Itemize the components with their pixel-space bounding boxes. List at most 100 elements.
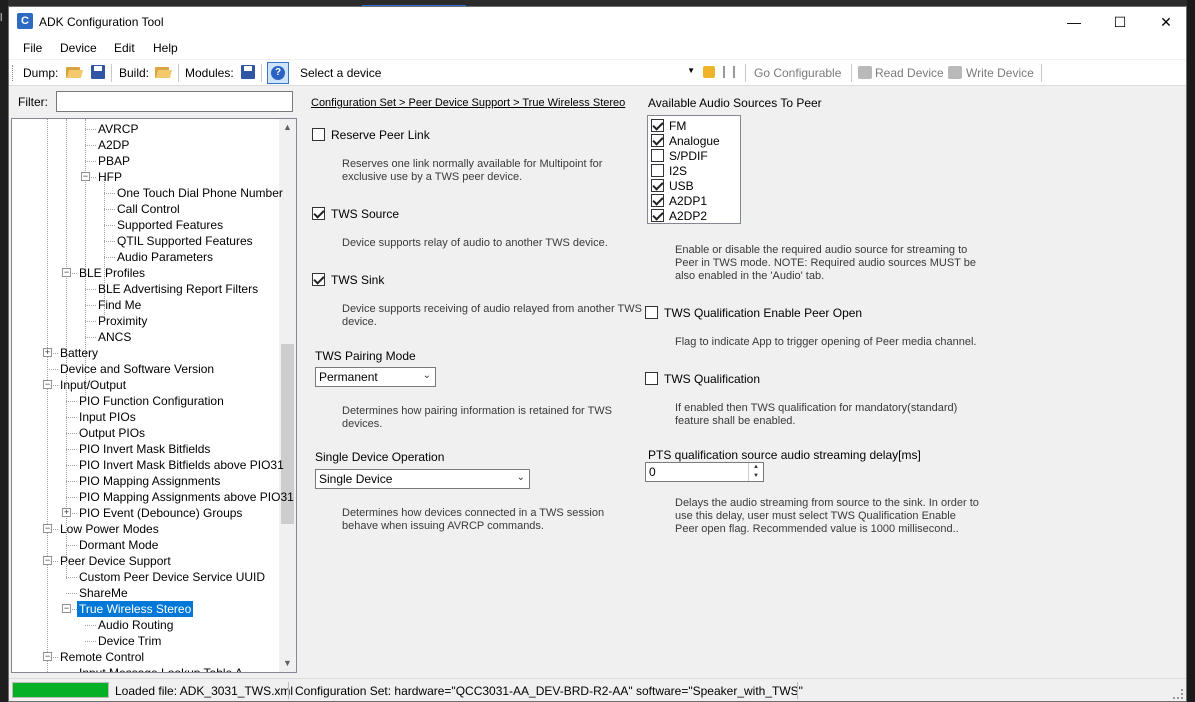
- tree-item[interactable]: Remote Control: [58, 649, 146, 665]
- tree-item[interactable]: Proximity: [96, 313, 149, 329]
- spin-up-icon[interactable]: ▲: [749, 463, 763, 472]
- tree-item[interactable]: PIO Invert Mask Bitfields: [77, 441, 212, 457]
- tree-item[interactable]: True Wireless Stereo: [77, 601, 194, 617]
- close-button[interactable]: ✕: [1143, 7, 1186, 37]
- tree-item[interactable]: Custom Peer Device Service UUID: [77, 569, 267, 585]
- read-device-button[interactable]: Read Device: [875, 66, 944, 80]
- tws-pairing-mode-select[interactable]: Permanent ⌄: [315, 367, 436, 387]
- config-tree[interactable]: ▲ ▼ AVRCP A2DP PBAP HFP − One Touch Dial Phon…: [11, 118, 297, 673]
- write-device-button[interactable]: Write Device: [966, 66, 1034, 80]
- audio-source-checkbox[interactable]: [651, 149, 664, 162]
- collapse-minus-icon[interactable]: −: [62, 604, 71, 613]
- tree-item[interactable]: Output PIOs: [77, 425, 147, 441]
- collapse-minus-icon[interactable]: −: [81, 172, 90, 181]
- tree-item[interactable]: ANCS: [96, 329, 133, 345]
- tree-item[interactable]: AVRCP: [96, 121, 140, 137]
- help-button[interactable]: ?: [267, 62, 289, 84]
- tree-item[interactable]: PIO Mapping Assignments: [77, 473, 222, 489]
- tree-item[interactable]: Input PIOs: [77, 409, 138, 425]
- go-configurable-button[interactable]: Go Configurable: [754, 66, 841, 80]
- menu-device[interactable]: Device: [60, 41, 97, 55]
- tree-item[interactable]: PBAP: [96, 153, 132, 169]
- tree-item[interactable]: HFP: [96, 169, 124, 185]
- filter-input[interactable]: [56, 91, 293, 112]
- audio-source-checkbox[interactable]: [651, 119, 664, 132]
- audio-source-checkbox[interactable]: [651, 209, 664, 222]
- expand-plus-icon[interactable]: +: [62, 508, 71, 517]
- tree-scrollbar[interactable]: ▲ ▼: [279, 119, 296, 672]
- toolbar-grip[interactable]: [12, 65, 14, 81]
- refresh-icon[interactable]: [703, 66, 715, 78]
- tree-item[interactable]: QTIL Supported Features: [115, 233, 255, 249]
- tree-item[interactable]: Input/Output: [58, 377, 128, 393]
- progress-fill: [13, 683, 108, 697]
- breadcrumb: Configuration Set > Peer Device Support …: [311, 97, 626, 109]
- tree-item[interactable]: BLE Profiles: [77, 265, 147, 281]
- tree-item[interactable]: A2DP: [96, 137, 131, 153]
- collapse-minus-icon[interactable]: −: [43, 556, 52, 565]
- collapse-minus-icon[interactable]: −: [43, 652, 52, 661]
- tree-item[interactable]: Input Message Lookup Table A: [77, 665, 245, 672]
- tree-item[interactable]: ShareMe: [77, 585, 130, 601]
- description-line: exclusive use by a TWS peer device.: [342, 171, 523, 183]
- title-bar[interactable]: C ADK Configuration Tool — ☐ ✕: [9, 7, 1186, 37]
- scroll-down-icon[interactable]: ▼: [279, 655, 296, 672]
- resize-grip-icon[interactable]: [1173, 689, 1183, 699]
- tree-item[interactable]: PIO Function Configuration: [77, 393, 226, 409]
- tree-item[interactable]: PIO Invert Mask Bitfields above PIO31: [77, 457, 286, 473]
- tree-connector: [104, 225, 115, 226]
- device-select[interactable]: Select a device ▼: [297, 62, 697, 84]
- spin-down-icon[interactable]: ▼: [749, 472, 763, 481]
- audio-source-checkbox[interactable]: [651, 194, 664, 207]
- audio-sources-list[interactable]: FM Analogue S/PDIF I2S USB A2DP1 A2DP2: [647, 115, 741, 224]
- audio-source-label: FM: [669, 119, 687, 133]
- audio-source-checkbox[interactable]: [651, 134, 664, 147]
- tree-item[interactable]: BLE Advertising Report Filters: [96, 281, 260, 297]
- spin-buttons[interactable]: ▲ ▼: [748, 463, 763, 481]
- audio-source-checkbox[interactable]: [651, 164, 664, 177]
- tws-sink-checkbox[interactable]: [312, 273, 325, 286]
- tree-item[interactable]: Supported Features: [115, 217, 225, 233]
- build-open-folder-icon[interactable]: [155, 65, 173, 79]
- tws-pairing-mode-label: TWS Pairing Mode: [315, 349, 416, 363]
- tree-item[interactable]: PIO Event (Debounce) Groups: [77, 505, 244, 521]
- tree-item[interactable]: Call Control: [115, 201, 182, 217]
- tree-item[interactable]: Battery: [58, 345, 100, 361]
- collapse-minus-icon[interactable]: −: [43, 524, 52, 533]
- single-device-operation-select[interactable]: Single Device ⌄: [315, 469, 530, 489]
- expand-plus-icon[interactable]: +: [43, 348, 52, 357]
- modules-save-icon[interactable]: [241, 65, 255, 79]
- tws-qual-enable-peer-open-checkbox[interactable]: [645, 306, 658, 319]
- menu-edit[interactable]: Edit: [114, 41, 135, 55]
- tree-item[interactable]: One Touch Dial Phone Number: [115, 185, 285, 201]
- tree-connector: [104, 241, 115, 242]
- pts-delay-input[interactable]: 0 ▲ ▼: [645, 462, 764, 482]
- reserve-peer-link-checkbox[interactable]: [312, 128, 325, 141]
- toolbar-separator: [1041, 64, 1042, 82]
- maximize-button[interactable]: ☐: [1097, 7, 1143, 37]
- tree-item[interactable]: Peer Device Support: [58, 553, 173, 569]
- tree-item[interactable]: Audio Parameters: [115, 249, 215, 265]
- dump-save-icon[interactable]: [91, 65, 105, 79]
- tree-item[interactable]: Dormant Mode: [77, 537, 160, 553]
- scroll-up-icon[interactable]: ▲: [279, 119, 296, 136]
- collapse-minus-icon[interactable]: −: [43, 380, 52, 389]
- minimize-button[interactable]: —: [1051, 7, 1097, 37]
- dump-open-folder-icon[interactable]: [66, 65, 84, 79]
- audio-source-checkbox[interactable]: [651, 179, 664, 192]
- menu-help[interactable]: Help: [153, 41, 178, 55]
- tree-item[interactable]: Device and Software Version: [58, 361, 216, 377]
- menu-file[interactable]: File: [23, 41, 42, 55]
- write-device-icon: [948, 66, 962, 79]
- tree-connector: [85, 161, 96, 162]
- tree-item[interactable]: PIO Mapping Assignments above PIO31: [77, 489, 296, 505]
- collapse-minus-icon[interactable]: −: [62, 268, 71, 277]
- tws-qualification-checkbox[interactable]: [645, 372, 658, 385]
- tree-item[interactable]: Low Power Modes: [58, 521, 161, 537]
- tree-item[interactable]: Audio Routing: [96, 617, 175, 633]
- tree-item[interactable]: Device Trim: [96, 633, 163, 649]
- description-line: use this delay, user must select TWS Qua…: [675, 510, 956, 522]
- stop-icon[interactable]: [723, 66, 735, 78]
- tree-item[interactable]: Find Me: [96, 297, 143, 313]
- tws-source-checkbox[interactable]: [312, 207, 325, 220]
